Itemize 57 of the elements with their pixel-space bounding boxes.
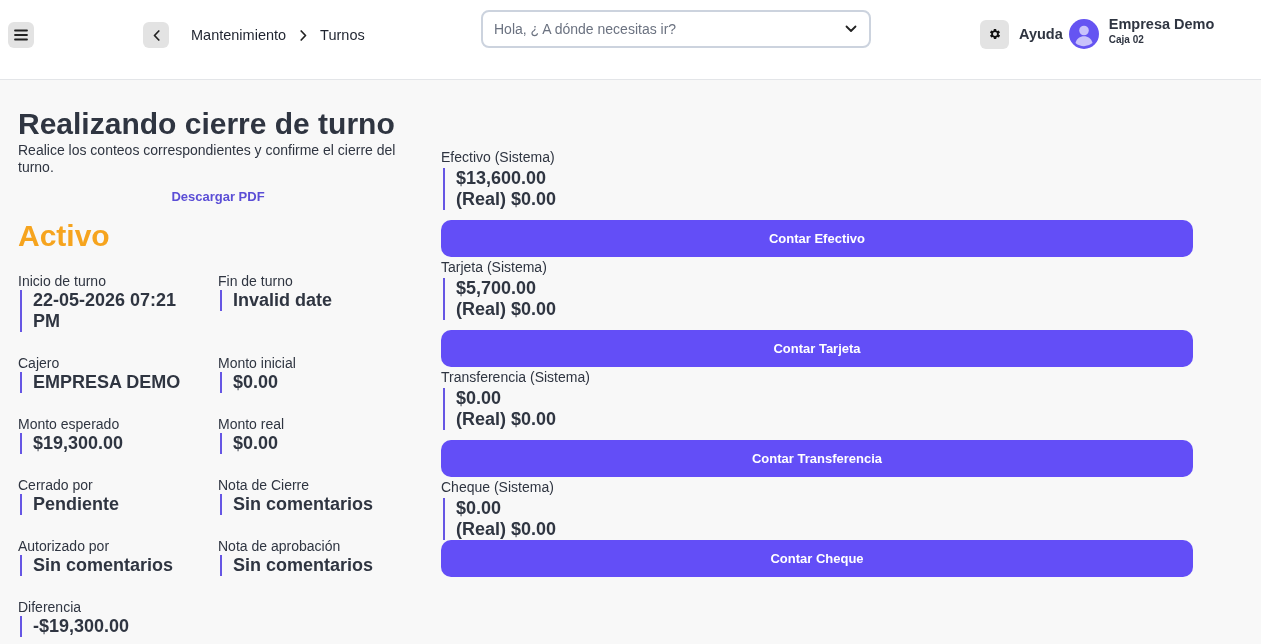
page-title: Realizando cierre de turno [18,106,396,142]
count-button[interactable]: Contar Transferencia [441,440,1193,477]
chevron-down-icon [845,25,857,33]
breadcrumb-current-page: Turnos [320,27,365,43]
help-link[interactable]: Ayuda [1019,26,1063,42]
chevron-left-icon [152,29,160,41]
user-avatar-icon[interactable] [1068,19,1099,49]
detail-label: Diferencia [18,598,82,616]
payment-label: Transferencia (Sistema) [441,368,590,386]
detail-value: Sin comentarios [20,555,174,576]
detail-label: Monto esperado [18,415,120,433]
real-amount: (Real) $0.00 [456,409,557,430]
real-amount: (Real) $0.00 [456,299,557,320]
payment-label: Cheque (Sistema) [441,478,554,496]
detail-value: Invalid date [220,290,333,311]
system-amount: $5,700.00 [456,278,538,299]
detail-label: Nota de aprobación [218,537,341,555]
payment-label: Tarjeta (Sistema) [441,258,547,276]
detail-value: $19,300.00 [20,433,124,454]
page-subtitle: Realice los conteos correspondientes y confirme el cierre del turno. [18,142,397,176]
count-button[interactable]: Contar Tarjeta [441,330,1193,367]
detail-value: EMPRESA DEMO [20,372,181,393]
detail-label: Cerrado por [18,476,93,494]
detail-value: 22-05-2026 07:21 PM [20,290,198,332]
breadcrumb-link[interactable]: Mantenimiento [191,27,287,43]
count-button[interactable]: Contar Cheque [441,540,1193,577]
system-amount: $0.00 [456,498,503,519]
detail-label: Nota de Cierre [218,476,310,494]
menu-icon [14,29,28,41]
payment-label: Efectivo (Sistema) [441,148,555,166]
menu-button[interactable] [8,22,34,48]
detail-value: $0.00 [220,433,279,454]
detail-label: Fin de turno [218,272,293,290]
detail-label: Autorizado por [18,537,110,555]
real-amount: (Real) $0.00 [456,519,557,540]
detail-value: Sin comentarios [220,494,374,515]
system-amount: $13,600.00 [456,168,548,189]
count-button[interactable]: Contar Efectivo [441,220,1193,257]
detail-label: Cajero [18,354,60,372]
chevron-right-icon [300,29,308,41]
back-button[interactable] [143,22,169,48]
search-field[interactable]: Hola, ¿ A dónde necesitas ir? [481,10,871,48]
detail-value: $0.00 [220,372,279,393]
download-pdf-link[interactable]: Descargar PDF [171,188,265,206]
detail-label: Inicio de turno [18,272,106,290]
detail-value: Pendiente [20,494,120,515]
status-text: Activo [18,218,110,254]
settings-icon [987,27,1002,41]
detail-label: Monto inicial [218,354,296,372]
detail-value: Sin comentarios [220,555,374,576]
real-amount: (Real) $0.00 [456,189,557,210]
system-amount: $0.00 [456,388,503,409]
user-name: Empresa Demo [1108,16,1215,33]
detail-value: -$19,300.00 [20,616,130,637]
user-subtitle: Caja 02 [1108,33,1145,46]
settings-button[interactable] [980,19,1009,49]
detail-label: Monto real [218,415,285,433]
